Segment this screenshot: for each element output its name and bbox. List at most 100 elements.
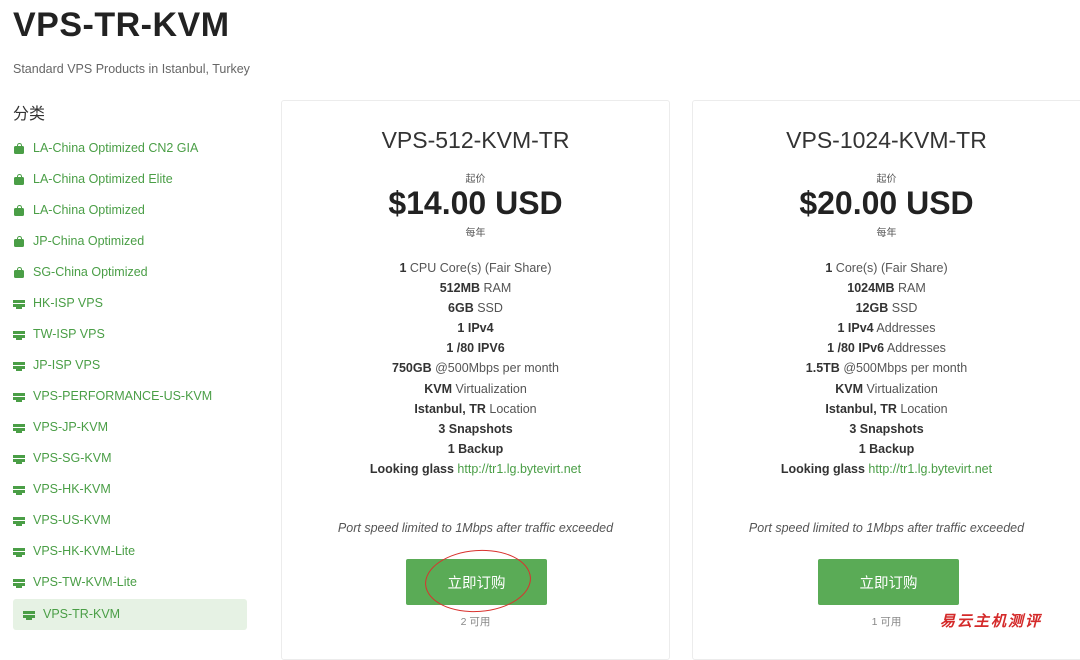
feature-item: 1 /80 IPv6 Addresses [693,338,1080,358]
feature-item: 1 CPU Core(s) (Fair Share) [282,258,669,278]
looking-glass-link[interactable]: http://tr1.lg.bytevirt.net [868,462,992,476]
shopping-bag-icon [13,142,25,155]
feature-value: 1 IPv4 [837,321,874,336]
shopping-bag-icon [13,266,25,279]
looking-glass-link[interactable]: http://tr1.lg.bytevirt.net [457,462,581,476]
product-name: VPS-1024-KVM-TR [786,127,987,153]
server-icon [13,422,25,434]
feature-text: Core(s) (Fair Share) [832,261,948,275]
sidebar-item-label: HK-ISP VPS [33,296,103,310]
sidebar-item[interactable]: VPS-US-KVM [13,505,247,536]
sidebar-item[interactable]: JP-China Optimized [13,226,247,257]
feature-value: Looking glass [369,461,454,476]
feature-value: 1 IPv4 [457,321,494,336]
price-from-label: 起价 [465,174,486,185]
feature-item: Istanbul, TR Location [693,399,1080,419]
watermark: 易云主机测评 [940,612,1043,630]
sidebar-item-label: VPS-HK-KVM [33,482,111,496]
server-icon [13,453,25,465]
sidebar-item[interactable]: VPS-TR-KVM [13,599,247,630]
sidebar-item[interactable]: VPS-HK-KVM-Lite [13,536,247,567]
server-icon [13,546,25,558]
feature-value: 6GB [448,301,474,316]
feature-item: 3 Snapshots [282,419,669,439]
feature-item: KVM Virtualization [282,379,669,399]
feature-text: Virtualization [451,381,527,396]
feature-value: 1 Backup [858,441,915,456]
feature-text: SSD [888,301,918,316]
feature-text: Addresses [884,341,946,356]
sidebar-item-label: VPS-SG-KVM [33,451,112,465]
sidebar-item[interactable]: TW-ISP VPS [13,319,247,350]
product-price: $14.00 USD [388,185,563,221]
feature-value: 3 Snapshots [849,421,924,436]
sidebar-item-label: JP-ISP VPS [33,358,101,372]
feature-text: RAM [480,281,512,296]
feature-value: 1 /80 IPv6 [827,341,885,356]
feature-text: Addresses [873,321,936,336]
server-icon [23,609,35,621]
feature-text: Virtualization [862,381,938,396]
feature-text: @500Mbps per month [431,361,559,376]
sidebar-item[interactable]: HK-ISP VPS [13,288,247,319]
feature-item: 1.5TB @500Mbps per month [693,358,1080,378]
sidebar-item[interactable]: VPS-SG-KVM [13,443,247,474]
traffic-note: Port speed limited to 1Mbps after traffi… [748,521,1025,535]
sidebar-item[interactable]: LA-China Optimized Elite [13,164,247,195]
sidebar-item-label: LA-China Optimized Elite [33,172,173,186]
feature-value: KVM [835,381,863,396]
feature-value: Istanbul, TR [825,401,897,416]
feature-list: 1 CPU Core(s) (Fair Share) 512MB RAM 6GB S… [282,258,669,479]
sidebar-item[interactable]: VPS-HK-KVM [13,474,247,505]
feature-value: KVM [424,381,452,396]
sidebar-item[interactable]: VPS-PERFORMANCE-US-KVM [13,381,247,412]
sidebar-item-label: VPS-US-KVM [33,513,111,527]
order-now-button[interactable]: 立即订购 [818,559,959,605]
sidebar-item-label: VPS-JP-KVM [33,420,109,434]
product-name: VPS-512-KVM-TR [381,127,570,153]
feature-value: 750GB [392,361,432,376]
sidebar-item-label: LA-China Optimized [33,203,145,217]
sidebar-item-label: TW-ISP VPS [33,327,105,341]
feature-item: Looking glass http://tr1.lg.bytevirt.net [693,459,1080,479]
availability-count: 2 可用 [460,616,491,628]
sidebar-item[interactable]: JP-ISP VPS [13,350,247,381]
shopping-bag-icon [13,204,25,217]
feature-item: 512MB RAM [282,278,669,298]
sidebar-item[interactable]: LA-China Optimized CN2 GIA [13,133,247,164]
sidebar-heading: 分类 [13,106,46,123]
sidebar-item-label: VPS-HK-KVM-Lite [33,544,136,558]
price-from-label: 起价 [876,174,897,185]
feature-item: 1 Backup [693,439,1080,459]
feature-item: 6GB SSD [282,298,669,318]
server-icon [13,515,25,527]
feature-value: 1 Backup [447,441,504,456]
feature-item: 1 Backup [282,439,669,459]
sidebar-item[interactable]: VPS-TW-KVM-Lite [13,567,247,598]
feature-item: 12GB SSD [693,298,1080,318]
feature-text: Location [485,401,537,416]
feature-value: Looking glass [780,461,865,476]
server-icon [13,577,25,589]
sidebar-item-label: VPS-PERFORMANCE-US-KVM [33,389,213,403]
feature-text: RAM [894,281,926,296]
feature-value: 512MB [439,281,481,296]
sidebar-item-label: JP-China Optimized [33,234,145,248]
feature-item: 750GB @500Mbps per month [282,358,669,378]
feature-item: 1 IPv4 Addresses [693,318,1080,338]
feature-value: 12GB [855,301,889,316]
feature-text: Location [896,401,948,416]
sidebar-item[interactable]: LA-China Optimized [13,195,247,226]
feature-item: Istanbul, TR Location [282,399,669,419]
server-icon [13,360,25,372]
order-now-button[interactable]: 立即订购 [406,559,547,605]
sidebar-item[interactable]: SG-China Optimized [13,257,247,288]
feature-value: Istanbul, TR [414,401,486,416]
feature-text: @500Mbps per month [839,361,968,376]
feature-item: 1 Core(s) (Fair Share) [693,258,1080,278]
feature-text: CPU Core(s) (Fair Share) [406,261,552,275]
feature-item: 1 IPv4 [282,318,669,338]
sidebar-item[interactable]: VPS-JP-KVM [13,412,247,443]
feature-text: SSD [473,301,503,316]
feature-item: 3 Snapshots [693,419,1080,439]
